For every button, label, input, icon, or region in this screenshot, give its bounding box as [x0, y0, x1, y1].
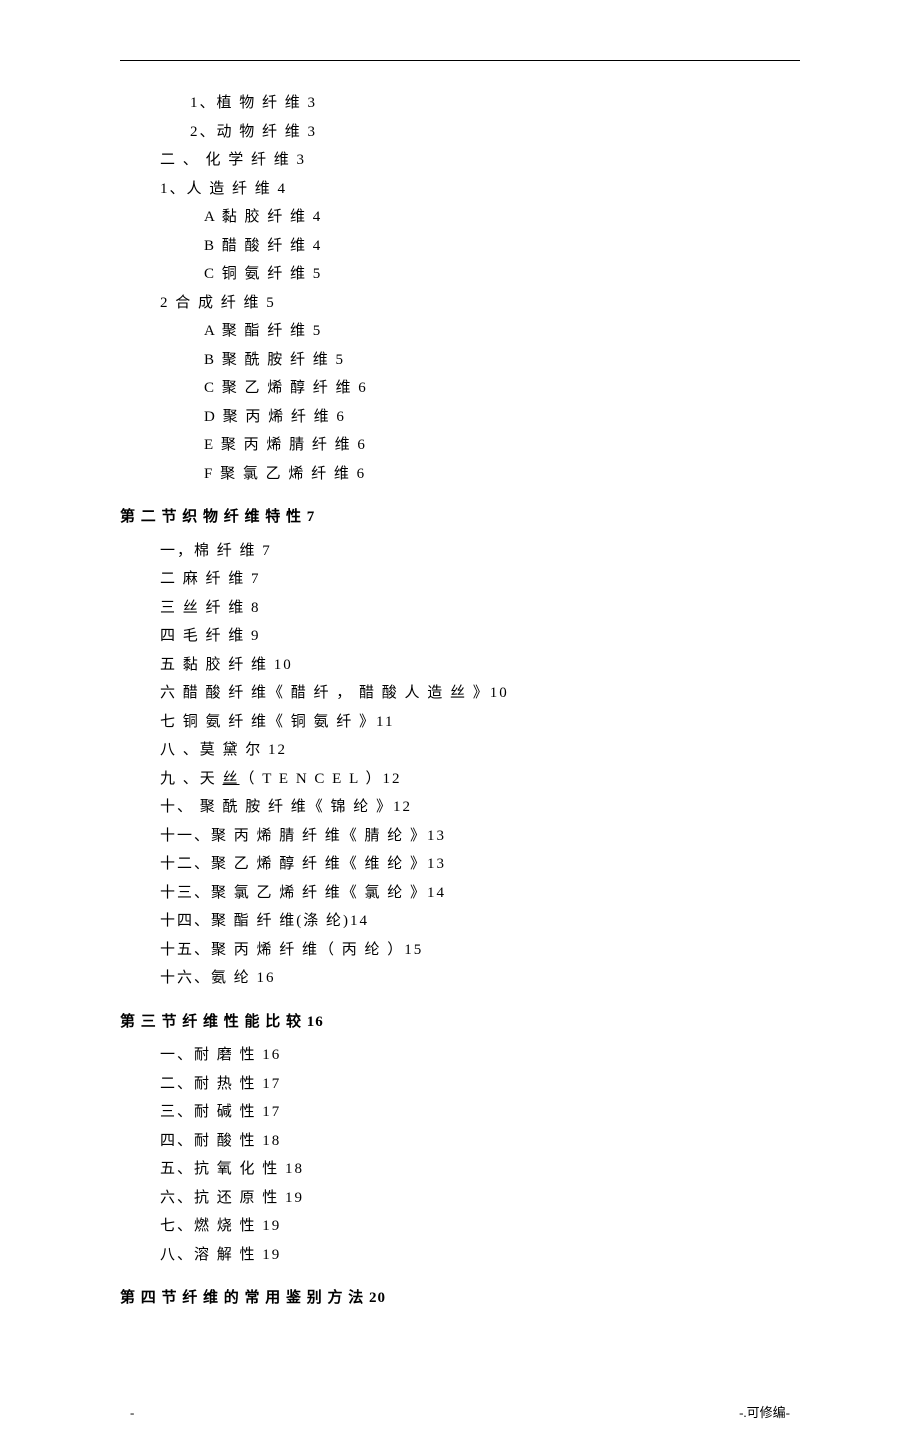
toc-section-4-heading: 第 四 节 纤 维 的 常 用 鉴 别 方 法 20 [120, 1286, 820, 1312]
toc-section-2-heading: 第 二 节 织 物 纤 维 特 性 7 [120, 505, 820, 531]
toc-entry: 一、耐 磨 性 16 [160, 1043, 820, 1069]
toc-entry: 2、动 物 纤 维 3 [190, 120, 820, 146]
toc-entry: 十三、聚 氯 乙 烯 纤 维《 氯 纶 》14 [160, 881, 820, 907]
toc-entry: C 聚 乙 烯 醇 纤 维 6 [204, 376, 820, 402]
toc-entry: 四 毛 纤 维 9 [160, 624, 820, 650]
toc-entry: 1、人 造 纤 维 4 [160, 177, 820, 203]
underlined-text: 丝 [223, 771, 240, 787]
toc-section-3-heading: 第 三 节 纤 维 性 能 比 较 16 [120, 1010, 820, 1036]
toc-entry: 1、植 物 纤 维 3 [190, 91, 820, 117]
toc-entry: 二 麻 纤 维 7 [160, 567, 820, 593]
toc-entry: 四、耐 酸 性 18 [160, 1129, 820, 1155]
toc-entry: 二、耐 热 性 17 [160, 1072, 820, 1098]
document-page: 1、植 物 纤 维 3 2、动 物 纤 维 3二 、 化 学 纤 维 3 1、人 造… [0, 0, 920, 1454]
toc-entry: 十六、氨 纶 16 [160, 966, 820, 992]
toc-entry: C 铜 氨 纤 维 5 [204, 262, 820, 288]
toc-entry: 七 铜 氨 纤 维《 铜 氨 纤 》11 [160, 710, 820, 736]
toc-entry: 十、 聚 酰 胺 纤 维《 锦 纶 》12 [160, 795, 820, 821]
toc-entry: E 聚 丙 烯 腈 纤 维 6 [204, 433, 820, 459]
toc-entry: 五、抗 氧 化 性 18 [160, 1157, 820, 1183]
toc-entry: 三、耐 碱 性 17 [160, 1100, 820, 1126]
page-footer: - -.可修编- [100, 1402, 820, 1424]
toc-entry: 2 合 成 纤 维 5 [160, 291, 820, 317]
toc-entry: 六、抗 还 原 性 19 [160, 1186, 820, 1212]
toc-entry: 十二、聚 乙 烯 醇 纤 维《 维 纶 》13 [160, 852, 820, 878]
toc-entry: 一，棉 纤 维 7 [160, 539, 820, 565]
toc-entry: 十四、聚 酯 纤 维(涤 纶)14 [160, 909, 820, 935]
toc-entry: B 聚 酰 胺 纤 维 5 [204, 348, 820, 374]
toc-entry: 七、燃 烧 性 19 [160, 1214, 820, 1240]
toc-entry: 三 丝 纤 维 8 [160, 596, 820, 622]
footer-left: - [130, 1402, 134, 1424]
toc-entry: 八 、莫 黛 尔 12 [160, 738, 820, 764]
toc-entry: 九 、天 丝（ T E N C E L ）12 [160, 767, 820, 793]
top-divider [120, 60, 800, 61]
toc-entry: 五 黏 胶 纤 维 10 [160, 653, 820, 679]
toc-section-3-items: 一、耐 磨 性 16 二、耐 热 性 17三、耐 碱 性 17 四、耐 酸 性 18… [100, 1043, 820, 1268]
toc-entry: D 聚 丙 烯 纤 维 6 [204, 405, 820, 431]
footer-right: -.可修编- [739, 1402, 790, 1424]
toc-entry: A 聚 酯 纤 维 5 [204, 319, 820, 345]
toc-section-2-items: 一，棉 纤 维 7二 麻 纤 维 7 三 丝 纤 维 8四 毛 纤 维 9 五 黏 … [100, 539, 820, 992]
toc-entry: 十一、聚 丙 烯 腈 纤 维《 腈 纶 》13 [160, 824, 820, 850]
toc-entry: A 黏 胶 纤 维 4 [204, 205, 820, 231]
toc-entry: F 聚 氯 乙 烯 纤 维 6 [204, 462, 820, 488]
toc-entry: 六 醋 酸 纤 维《 醋 纤 ， 醋 酸 人 造 丝 》10 [160, 681, 820, 707]
toc-entry: 八、溶 解 性 19 [160, 1243, 820, 1269]
toc-section-1-items: 1、植 物 纤 维 3 2、动 物 纤 维 3二 、 化 学 纤 维 3 1、人 造… [100, 91, 820, 487]
toc-entry: 二 、 化 学 纤 维 3 [160, 148, 820, 174]
toc-entry: B 醋 酸 纤 维 4 [204, 234, 820, 260]
toc-entry: 十五、聚 丙 烯 纤 维（ 丙 纶 ）15 [160, 938, 820, 964]
